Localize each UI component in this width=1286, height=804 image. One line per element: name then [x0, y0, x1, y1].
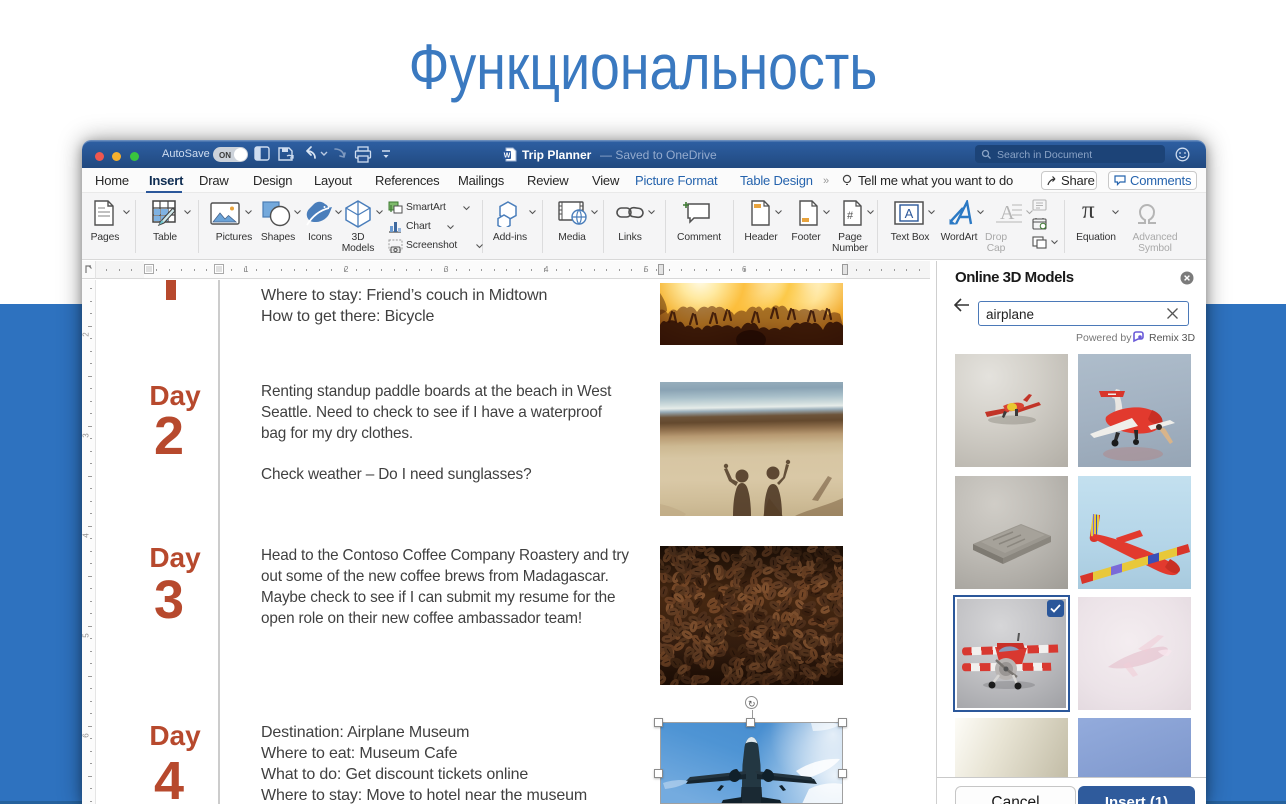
svg-text:A: A — [905, 206, 914, 221]
svg-text:#: # — [847, 210, 854, 222]
svg-text:W: W — [504, 153, 511, 160]
